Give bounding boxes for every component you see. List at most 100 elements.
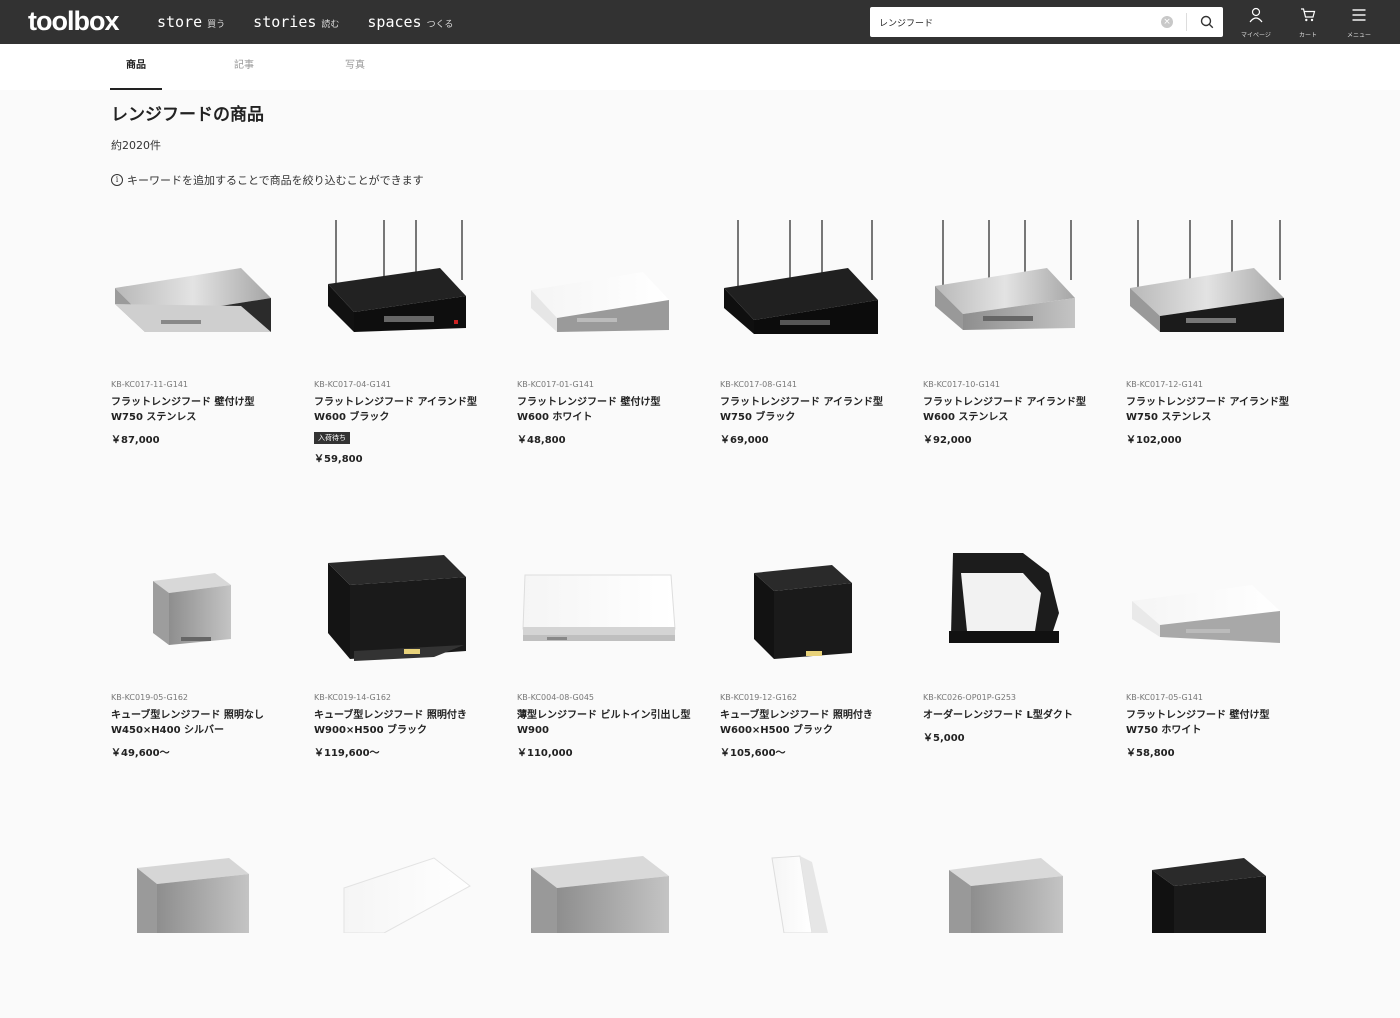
product-name: フラットレンジフード 壁付け型 W750 ホワイト	[1126, 710, 1270, 736]
product-name: フラットレンジフード アイランド型 W750 ステンレス	[1126, 397, 1289, 423]
product-price: ￥105,600〜	[720, 748, 786, 759]
product-code: KB-KC017-10-G141	[923, 380, 1000, 389]
product-name: 薄型レンジフード ビルトイン引出し型 W900	[517, 710, 691, 736]
cart-button[interactable]: カート	[1288, 7, 1328, 39]
info-icon: i	[111, 174, 123, 186]
product-code: KB-KC019-14-G162	[314, 693, 391, 702]
product-image	[923, 523, 1099, 693]
product-image	[111, 523, 287, 693]
nav-stories-sub: 読む	[321, 20, 340, 30]
product-image	[517, 210, 693, 380]
product-code: KB-KC019-12-G162	[720, 693, 797, 702]
product-name: キューブ型レンジフード 照明付き W600×H500 ブラック	[720, 710, 873, 736]
product-name: フラットレンジフード アイランド型 W600 ブラック	[314, 397, 477, 423]
hint: i キーワードを追加することで商品を絞り込むことができます	[111, 172, 424, 188]
product-price: ￥102,000	[1126, 435, 1182, 446]
product-name: フラットレンジフード アイランド型 W600 ステンレス	[923, 397, 1086, 423]
search-input[interactable]	[870, 7, 1155, 37]
nav-store[interactable]: store 買う	[157, 13, 225, 31]
product-image	[720, 210, 896, 380]
product-card[interactable]: KB-KC017-12-G141 フラットレンジフード アイランド型 W750 …	[1126, 210, 1302, 446]
search-button[interactable]	[1190, 7, 1223, 37]
product-name: オーダーレンジフード L型ダクト	[923, 710, 1073, 721]
product-image	[314, 523, 490, 693]
product-card[interactable]: KB-KC017-01-G141 フラットレンジフード 壁付け型 W600 ホワ…	[517, 210, 693, 446]
product-image	[517, 848, 693, 1018]
product-card[interactable]	[1126, 848, 1302, 1018]
product-image	[111, 210, 287, 380]
product-price: ￥110,000	[517, 748, 573, 759]
product-name: キューブ型レンジフード 照明なし W450×H400 シルバー	[111, 710, 264, 736]
product-image	[720, 523, 896, 693]
product-image	[923, 210, 1099, 380]
search-icon	[1200, 15, 1213, 29]
search-box: ×	[870, 7, 1223, 37]
product-card[interactable]: KB-KC017-04-G141 フラットレンジフード アイランド型 W600 …	[314, 210, 490, 465]
product-price: ￥119,600〜	[314, 748, 380, 759]
menu-label: メニュー	[1346, 32, 1371, 39]
nav-spaces-label: spaces	[367, 13, 422, 31]
product-image	[720, 848, 896, 1018]
product-card[interactable]: KB-KC019-12-G162 キューブ型レンジフード 照明付き W600×H…	[720, 523, 896, 759]
product-card[interactable]: KB-KC019-05-G162 キューブ型レンジフード 照明なし W450×H…	[111, 523, 287, 759]
product-code: KB-KC017-08-G141	[720, 380, 797, 389]
search-divider	[1186, 13, 1187, 31]
product-image	[1126, 848, 1302, 1018]
menu-button[interactable]: メニュー	[1339, 7, 1379, 39]
nav-spaces-sub: つくる	[426, 20, 454, 30]
product-card[interactable]	[111, 848, 287, 1018]
product-code: KB-KC017-11-G141	[111, 380, 188, 389]
nav-stories-label: stories	[253, 13, 317, 31]
status-badge: 入荷待ち	[314, 432, 350, 444]
product-price: ￥49,600〜	[111, 748, 170, 759]
menu-icon	[1352, 9, 1366, 21]
product-image	[111, 848, 287, 1018]
product-price: ￥48,800	[517, 435, 566, 446]
product-code: KB-KC026-OP01P-G253	[923, 693, 1016, 702]
product-price: ￥5,000	[923, 733, 965, 744]
mypage-button[interactable]: マイページ	[1236, 7, 1276, 39]
product-image	[1126, 210, 1302, 380]
product-card[interactable]	[923, 848, 1099, 1018]
product-price: ￥69,000	[720, 435, 769, 446]
product-card[interactable]: KB-KC017-11-G141 フラットレンジフード 壁付け型 W750 ステ…	[111, 210, 287, 446]
product-name: フラットレンジフード アイランド型 W750 ブラック	[720, 397, 883, 423]
product-name: フラットレンジフード 壁付け型 W600 ホワイト	[517, 397, 661, 423]
product-image	[517, 523, 693, 693]
nav-spaces[interactable]: spaces つくる	[367, 13, 453, 31]
product-code: KB-KC017-05-G141	[1126, 693, 1203, 702]
product-card[interactable]	[517, 848, 693, 1018]
product-price: ￥87,000	[111, 435, 160, 446]
product-name: キューブ型レンジフード 照明付き W900×H500 ブラック	[314, 710, 467, 736]
product-image	[314, 848, 490, 1018]
product-price: ￥58,800	[1126, 748, 1175, 759]
product-card[interactable]: KB-KC004-08-G045 薄型レンジフード ビルトイン引出し型 W900…	[517, 523, 693, 759]
product-card[interactable]: KB-KC019-14-G162 キューブ型レンジフード 照明付き W900×H…	[314, 523, 490, 759]
mypage-label: マイページ	[1241, 32, 1271, 39]
nav-store-label: store	[157, 13, 203, 31]
product-card[interactable]	[314, 848, 490, 1018]
product-code: KB-KC017-01-G141	[517, 380, 594, 389]
main-nav: store 買う stories 読む spaces つくる	[157, 0, 481, 44]
tab-photos[interactable]: 写真	[329, 44, 381, 90]
cart-label: カート	[1298, 32, 1317, 39]
product-card[interactable]	[720, 848, 896, 1018]
product-image	[314, 210, 490, 380]
product-code: KB-KC019-05-G162	[111, 693, 188, 702]
page-title: レンジフードの商品	[111, 105, 264, 125]
product-card[interactable]: KB-KC017-05-G141 フラットレンジフード 壁付け型 W750 ホワ…	[1126, 523, 1302, 759]
product-card[interactable]: KB-KC017-08-G141 フラットレンジフード アイランド型 W750 …	[720, 210, 896, 446]
user-icon	[1249, 7, 1263, 23]
product-name: フラットレンジフード 壁付け型 W750 ステンレス	[111, 397, 255, 423]
tab-products[interactable]: 商品	[110, 44, 162, 90]
result-count: 約2020件	[111, 139, 161, 152]
product-card[interactable]: KB-KC017-10-G141 フラットレンジフード アイランド型 W600 …	[923, 210, 1099, 446]
tab-articles[interactable]: 記事	[218, 44, 270, 90]
product-card[interactable]: KB-KC026-OP01P-G253 オーダーレンジフード L型ダクト ￥5,…	[923, 523, 1099, 744]
logo[interactable]: toolbox	[28, 6, 119, 37]
product-price: ￥59,800	[314, 454, 363, 465]
nav-stories[interactable]: stories 読む	[253, 13, 339, 31]
result-tabs: 商品 記事 写真	[0, 44, 1400, 90]
clear-icon[interactable]: ×	[1161, 16, 1173, 28]
hint-text: キーワードを追加することで商品を絞り込むことができます	[127, 174, 424, 187]
